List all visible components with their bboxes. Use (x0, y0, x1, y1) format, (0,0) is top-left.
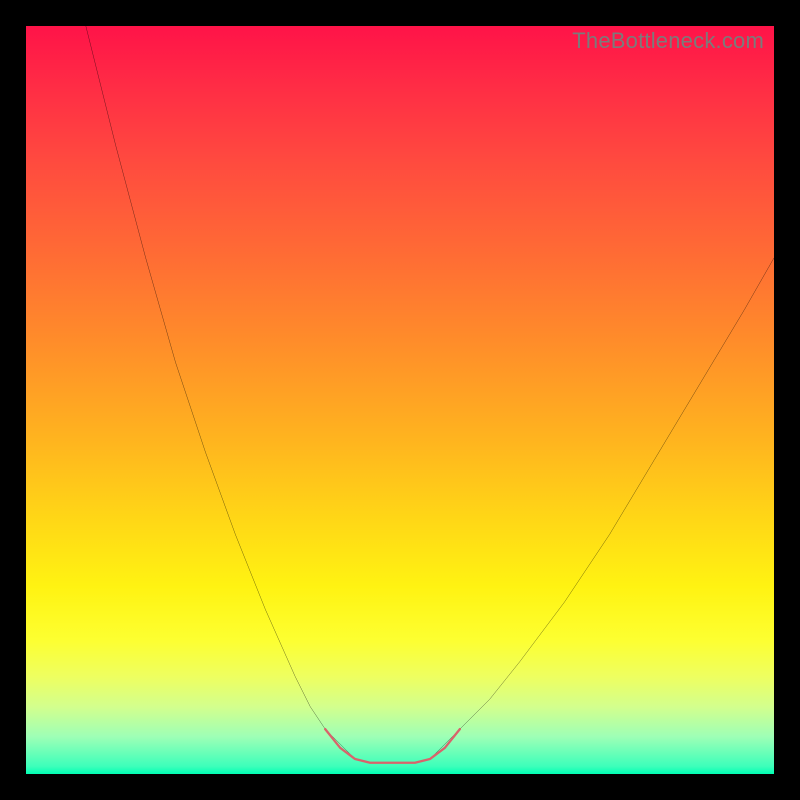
curve-layer (26, 26, 774, 774)
right-curve (430, 258, 774, 759)
plot-area: TheBottleneck.com (26, 26, 774, 774)
valley-marker (325, 729, 460, 763)
chart-frame: TheBottleneck.com (0, 0, 800, 800)
left-curve (86, 26, 355, 759)
